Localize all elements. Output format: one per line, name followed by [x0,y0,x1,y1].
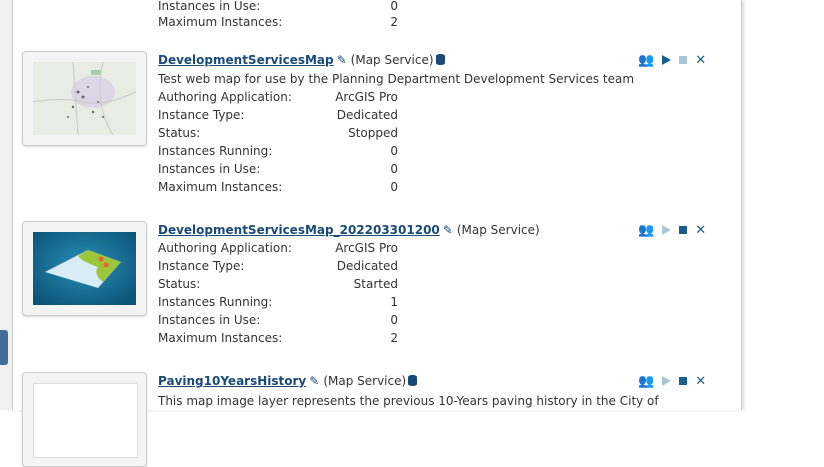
detail-value: ArcGIS Pro [335,90,398,104]
detail-label: Instance Type: [158,108,245,122]
service-thumbnail[interactable] [22,221,147,316]
service-name-link[interactable]: Paving10YearsHistory [158,374,306,388]
detail-label: Instances in Use: [158,162,261,176]
pencil-icon[interactable]: ✎ [309,372,319,390]
pencil-icon[interactable]: ✎ [443,221,453,239]
map-thumbnail-image [33,62,136,135]
blank-thumbnail-image [33,383,138,458]
detail-row: Maximum Instances: 0 [158,178,398,196]
detail-value: Dedicated [336,108,398,122]
detail-label: Maximum Instances: [158,180,283,194]
detail-label: Authoring Application: [158,241,292,255]
detail-row: Instances Running: 0 [158,142,398,160]
detail-row: Instances in Use: 0 [158,311,398,329]
service-thumbnail[interactable] [22,51,147,146]
detail-label: Maximum Instances: [158,331,283,345]
service-description: Test web map for use by the Planning Dep… [158,72,635,86]
detail-label: Status: [158,126,201,140]
detail-row: Instances in Use: 0 [158,160,398,178]
sidebar-toggle-handle[interactable] [0,330,8,365]
close-icon[interactable]: ✕ [695,54,706,67]
detail-value: Started [353,277,398,291]
detail-label: Instances in Use: [158,0,261,13]
service-type: (Map Service) [323,374,407,388]
detail-value: ArcGIS Pro [335,241,398,255]
detail-value: 0 [390,180,398,194]
detail-row: Status: Stopped [158,124,398,142]
detail-value: Stopped [348,126,398,140]
service-type: (Map Service) [456,223,540,237]
play-icon[interactable] [662,55,672,65]
detail-row: Instances Running: 1 [158,293,398,311]
stop-icon[interactable] [679,226,688,234]
detail-label: Instances Running: [158,144,273,158]
users-icon[interactable]: 👥 [638,375,654,388]
detail-value: 2 [390,15,398,29]
detail-label: Instances Running: [158,295,273,309]
close-icon[interactable]: ✕ [695,375,706,388]
database-icon [408,375,418,386]
service-title: DevelopmentServicesMap_202203301200 ✎ (Map… [158,221,540,239]
detail-row: Authoring Application: ArcGIS Pro [158,239,398,257]
stop-icon [679,56,688,64]
play-icon [662,376,672,386]
detail-value: 0 [390,144,398,158]
map-thumbnail-image [33,232,136,305]
service-name-link[interactable]: DevelopmentServicesMap_202203301200 [158,223,440,237]
services-list: Instances in Use: 0 Maximum Instances: 2 D… [13,0,742,467]
users-icon[interactable]: 👥 [638,54,654,67]
service-title: DevelopmentServicesMap ✎ (Map Service) [158,51,445,69]
detail-value: 1 [390,295,398,309]
detail-value: 0 [390,313,398,327]
service-title: Paving10YearsHistory ✎ (Map Service) [158,372,418,390]
detail-row: Instance Type: Dedicated [158,257,398,275]
detail-label: Instance Type: [158,259,245,273]
detail-value: 0 [390,162,398,176]
detail-row: Status: Started [158,275,398,293]
detail-label: Status: [158,277,201,291]
detail-value: 2 [390,331,398,345]
detail-row: Maximum Instances: 2 [158,329,398,347]
detail-label: Authoring Application: [158,90,292,104]
service-actions: 👥 ✕ [638,51,706,69]
service-actions: 👥 ✕ [638,221,706,239]
service-actions: 👥 ✕ [638,372,706,390]
detail-row: Maximum Instances: 2 [158,13,398,31]
service-thumbnail[interactable] [22,372,147,467]
detail-row: Authoring Application: ArcGIS Pro [158,88,398,106]
detail-value: Dedicated [336,259,398,273]
close-icon[interactable]: ✕ [695,224,706,237]
service-name-link[interactable]: DevelopmentServicesMap [158,53,334,67]
pencil-icon[interactable]: ✎ [337,51,347,69]
detail-row: Instance Type: Dedicated [158,106,398,124]
detail-label: Instances in Use: [158,313,261,327]
play-icon [662,225,672,235]
service-type: (Map Service) [350,53,434,67]
stop-icon[interactable] [679,377,688,385]
database-icon [435,54,445,65]
service-description: This map image layer represents the prev… [158,394,659,408]
users-icon[interactable]: 👥 [638,224,654,237]
detail-label: Maximum Instances: [158,15,283,29]
